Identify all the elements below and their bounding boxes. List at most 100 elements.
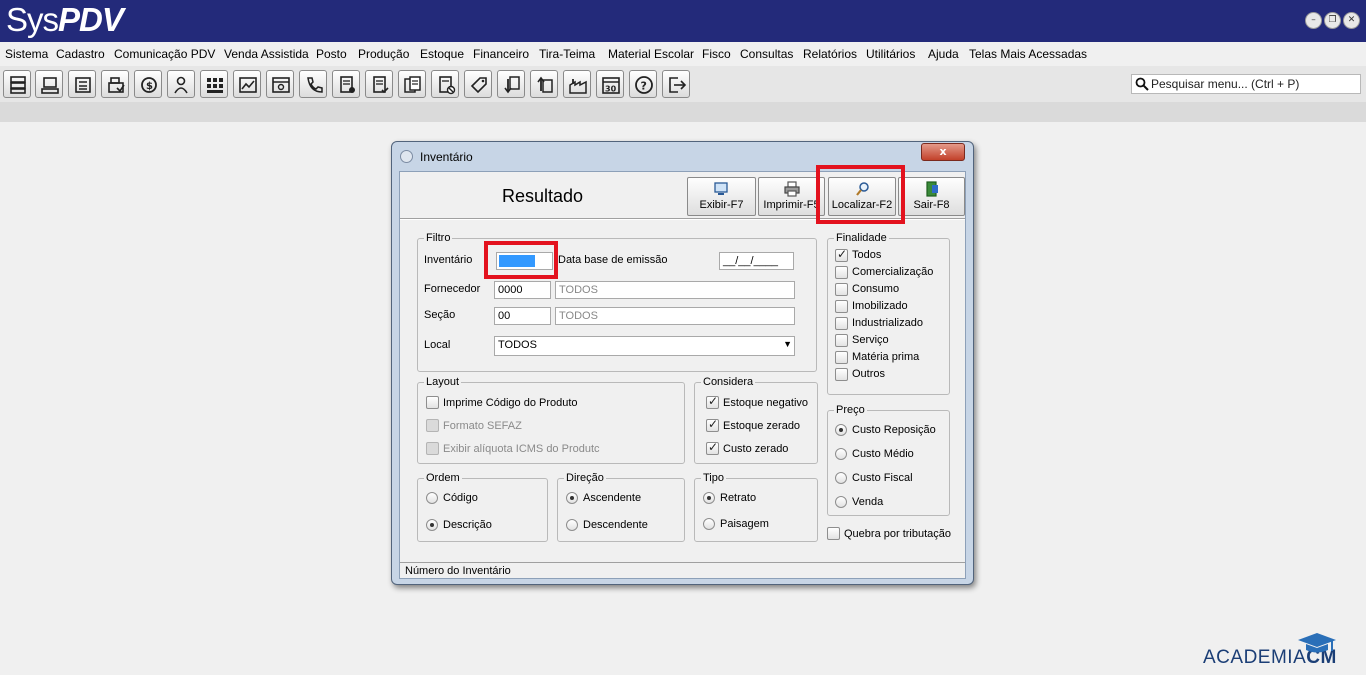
imprimir-label: Imprimir-F5 (763, 199, 820, 211)
secao-label: Seção (424, 309, 456, 321)
import-icon[interactable] (497, 70, 525, 98)
menu-bar: Sistema Cadastro Comunicação PDV Venda A… (0, 43, 1366, 65)
industrializado-checkbox[interactable] (835, 317, 848, 330)
svg-text:$: $ (146, 81, 153, 92)
custo-fiscal-label: Custo Fiscal (852, 472, 913, 484)
data-base-input[interactable]: __/__/____ (719, 252, 794, 270)
menu-fisco[interactable]: Fisco (702, 47, 731, 61)
secao-code-input[interactable]: 00 (494, 307, 551, 325)
menu-venda-assistida[interactable]: Venda Assistida (224, 47, 309, 61)
restore-icon[interactable]: ❐ (1324, 12, 1341, 29)
exibir-label: Exibir-F7 (699, 199, 744, 211)
menu-relatorios[interactable]: Relatórios (803, 47, 857, 61)
search-input[interactable]: Pesquisar menu... (Ctrl + P) (1131, 74, 1361, 94)
outros-checkbox[interactable] (835, 368, 848, 381)
menu-sistema[interactable]: Sistema (5, 47, 48, 61)
todos-checkbox[interactable]: ✓ (835, 247, 848, 262)
descricao-radio[interactable] (426, 519, 438, 531)
estoque-negativo-checkbox[interactable]: ✓ (706, 394, 719, 409)
codigo-radio[interactable] (426, 492, 438, 504)
menu-comunicacao-pdv[interactable]: Comunicação PDV (114, 47, 215, 61)
industrializado-label: Industrializado (852, 317, 923, 329)
menu-utilitarios[interactable]: Utilitários (866, 47, 915, 61)
server-icon[interactable] (3, 70, 31, 98)
browser-icon[interactable] (266, 70, 294, 98)
graduation-cap-icon (1298, 633, 1336, 653)
menu-consultas[interactable]: Consultas (740, 47, 793, 61)
exibir-button[interactable]: Exibir-F7 (687, 177, 756, 216)
codigo-label: Código (443, 492, 478, 504)
fornecedor-code-input[interactable]: 0000 (494, 281, 551, 299)
quebra-tributacao-checkbox[interactable] (827, 527, 840, 540)
export-icon[interactable] (530, 70, 558, 98)
documents-icon[interactable] (398, 70, 426, 98)
consumo-checkbox[interactable] (835, 283, 848, 296)
menu-material-escolar[interactable]: Material Escolar (608, 47, 694, 61)
menu-estoque[interactable]: Estoque (420, 47, 464, 61)
venda-label: Venda (852, 496, 884, 508)
menu-cadastro[interactable]: Cadastro (56, 47, 105, 61)
paisagem-label: Paisagem (720, 518, 769, 530)
ascendente-radio[interactable] (566, 492, 578, 504)
svg-text:?: ? (641, 80, 647, 93)
comercializacao-checkbox[interactable] (835, 266, 848, 279)
venda-radio[interactable] (835, 496, 847, 508)
filtro-title: Filtro (424, 232, 453, 244)
exibir-aliquota-label: Exibir alíquota ICMS do Produtc (443, 443, 600, 455)
sair-button[interactable]: Sair-F8 (898, 177, 965, 216)
imprimir-button[interactable]: Imprimir-F5 (758, 177, 825, 216)
imprime-codigo-checkbox[interactable] (426, 396, 439, 409)
exit-icon[interactable] (662, 70, 690, 98)
grid-icon[interactable] (200, 70, 228, 98)
search-placeholder: Pesquisar menu... (Ctrl + P) (1151, 77, 1300, 91)
menu-tira-teima[interactable]: Tira-Teima (539, 47, 595, 61)
estoque-zerado-checkbox[interactable]: ✓ (706, 417, 719, 432)
register-icon[interactable] (68, 70, 96, 98)
menu-telas-mais-acessadas[interactable]: Telas Mais Acessadas (969, 47, 1087, 61)
custo-zerado-checkbox[interactable]: ✓ (706, 440, 719, 455)
preco-group: Preço Custo Reposição Custo Médio Custo … (827, 404, 950, 516)
document-icon[interactable] (332, 70, 360, 98)
inventario-highlight-box (484, 241, 558, 279)
status-text: Número do Inventário (405, 565, 511, 577)
formato-sefaz-checkbox[interactable] (426, 419, 439, 432)
cash-register-icon[interactable] (101, 70, 129, 98)
custo-reposicao-label: Custo Reposição (852, 424, 936, 436)
descricao-label: Descrição (443, 519, 492, 531)
menu-financeiro[interactable]: Financeiro (473, 47, 529, 61)
custo-medio-radio[interactable] (835, 448, 847, 460)
calendar-icon[interactable]: 30 (596, 70, 624, 98)
chart-icon[interactable] (233, 70, 261, 98)
servico-checkbox[interactable] (835, 334, 848, 347)
imprime-codigo-label: Imprime Código do Produto (443, 397, 578, 409)
menu-posto[interactable]: Posto (316, 47, 347, 61)
document-cancel-icon[interactable] (431, 70, 459, 98)
materia-prima-checkbox[interactable] (835, 351, 848, 364)
dialog-close-button[interactable]: x (921, 143, 965, 161)
help-icon[interactable]: ? (629, 70, 657, 98)
menu-producao[interactable]: Produção (358, 47, 409, 61)
local-select[interactable]: TODOS ▼ (494, 336, 795, 356)
menu-ajuda[interactable]: Ajuda (928, 47, 959, 61)
pos-terminal-icon[interactable] (35, 70, 63, 98)
minimize-icon[interactable]: – (1305, 12, 1322, 29)
paisagem-radio[interactable] (703, 518, 715, 530)
retrato-label: Retrato (720, 492, 757, 504)
custo-fiscal-radio[interactable] (835, 472, 847, 484)
currency-icon[interactable]: $ (134, 70, 162, 98)
retrato-radio[interactable] (703, 492, 715, 504)
users-icon[interactable] (167, 70, 195, 98)
custo-reposicao-radio[interactable] (835, 424, 847, 436)
close-icon[interactable]: ✕ (1343, 12, 1360, 29)
tag-icon[interactable] (464, 70, 492, 98)
imobilizado-checkbox[interactable] (835, 300, 848, 313)
servico-label: Serviço (852, 334, 889, 346)
direcao-title: Direção (564, 472, 606, 484)
printer-icon (784, 181, 800, 197)
document-check-icon[interactable] (365, 70, 393, 98)
exibir-aliquota-checkbox[interactable] (426, 442, 439, 455)
descendente-radio[interactable] (566, 519, 578, 531)
factory-icon[interactable] (563, 70, 591, 98)
chevron-down-icon[interactable]: ▼ (783, 339, 792, 349)
phone-icon[interactable] (299, 70, 327, 98)
